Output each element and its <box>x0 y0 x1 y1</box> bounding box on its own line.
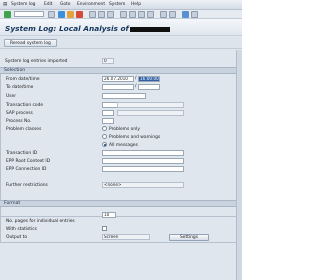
last-page-icon[interactable] <box>147 11 154 18</box>
process-no-input[interactable] <box>102 118 114 124</box>
from-date-input[interactable]: 26.07.2010 <box>102 76 134 82</box>
sap-window: ▤ System log Edit Goto Environment Syste… <box>0 0 242 280</box>
format-group-header: Format <box>0 200 242 207</box>
user-label: User <box>6 94 17 99</box>
with-statistics-label: With statistics <box>6 227 37 232</box>
radio-all-messages-label[interactable]: All messages <box>109 143 138 148</box>
title-bar: System Log: Local Analysis of <box>0 19 242 36</box>
sap-process-label: SAP process <box>6 111 33 116</box>
enter-icon[interactable] <box>4 11 11 18</box>
find-next-icon[interactable] <box>107 11 114 18</box>
sap-process-text <box>117 110 184 116</box>
output-to-value: Screen <box>102 234 150 240</box>
content-area: System log entries imported 0 Selection … <box>0 50 242 280</box>
menu-goto[interactable]: Goto <box>60 2 71 7</box>
radio-all-messages[interactable] <box>102 142 107 147</box>
from-separator: / <box>135 76 137 81</box>
further-restrictions-label: Further restrictions <box>6 183 48 188</box>
transaction-code-label: Transaction code <box>6 103 44 108</box>
entries-imported-value: 0 <box>102 58 114 64</box>
reread-system-log-button[interactable]: Reread system log <box>4 39 57 47</box>
first-page-icon[interactable] <box>120 11 127 18</box>
pages-label: No. pages for individual entries <box>6 219 75 224</box>
menu-system-log[interactable]: System log <box>11 2 35 7</box>
shortcut-icon[interactable] <box>169 11 176 18</box>
command-field[interactable] <box>14 11 44 17</box>
menu-environment[interactable]: Environment <box>77 2 105 7</box>
prev-page-icon[interactable] <box>129 11 136 18</box>
to-datetime-label: To date/time <box>6 85 34 90</box>
to-time-input[interactable] <box>138 84 160 90</box>
epp-root-context-input[interactable] <box>102 158 184 164</box>
output-to-label: Output to <box>6 235 28 240</box>
further-restrictions-value[interactable]: <none> <box>102 182 184 188</box>
page-title-text: System Log: Local Analysis of <box>5 24 129 33</box>
transaction-id-input[interactable] <box>102 150 184 156</box>
process-no-label: Process No. <box>6 119 32 124</box>
redacted-system-name <box>129 26 170 32</box>
system-toolbar <box>0 10 242 19</box>
radio-problems-only[interactable] <box>102 126 107 131</box>
problem-classes-label: Problem classes <box>6 127 42 132</box>
entries-imported-label: System log entries imported <box>5 59 68 64</box>
user-input[interactable] <box>102 93 146 99</box>
print-icon[interactable] <box>89 11 96 18</box>
radio-problems-and-warnings-label[interactable]: Problems and warnings <box>109 135 160 140</box>
pages-input[interactable]: 10 <box>102 212 116 218</box>
help-icon[interactable] <box>182 11 189 18</box>
from-datetime-label: From date/time <box>6 77 40 82</box>
with-statistics-checkbox[interactable] <box>102 226 107 231</box>
find-icon[interactable] <box>98 11 105 18</box>
epp-connection-label: EPP Connection ID <box>6 167 47 172</box>
exit-icon[interactable] <box>67 11 74 18</box>
right-frame <box>236 50 242 280</box>
cancel-icon[interactable] <box>76 11 83 18</box>
layout-icon[interactable] <box>191 11 198 18</box>
epp-connection-input[interactable] <box>102 166 184 172</box>
menu-bar: ▤ System log Edit Goto Environment Syste… <box>0 0 242 10</box>
save-icon[interactable] <box>48 11 55 18</box>
menu-system[interactable]: System <box>109 2 125 7</box>
menu-help[interactable]: Help <box>131 2 141 7</box>
transaction-id-label: Transaction ID <box>6 151 38 156</box>
selection-group-header: Selection <box>0 67 242 74</box>
transaction-code-text <box>117 102 184 108</box>
menu-edit[interactable]: Edit <box>44 2 53 7</box>
to-separator: / <box>135 84 137 89</box>
next-page-icon[interactable] <box>138 11 145 18</box>
app-icon[interactable]: ▤ <box>3 2 7 7</box>
epp-root-context-label: EPP Root Context ID <box>6 159 51 164</box>
settings-button[interactable]: Settings <box>169 234 209 241</box>
sap-process-input[interactable] <box>102 110 114 116</box>
radio-problems-only-label[interactable]: Problems only <box>109 127 140 132</box>
page-title: System Log: Local Analysis of <box>5 24 170 33</box>
from-time-input[interactable]: 16:00:00 <box>138 76 160 82</box>
new-session-icon[interactable] <box>160 11 167 18</box>
to-date-input[interactable] <box>102 84 134 90</box>
radio-problems-and-warnings[interactable] <box>102 134 107 139</box>
back-icon[interactable] <box>58 11 65 18</box>
application-toolbar: Reread system log <box>0 37 242 49</box>
